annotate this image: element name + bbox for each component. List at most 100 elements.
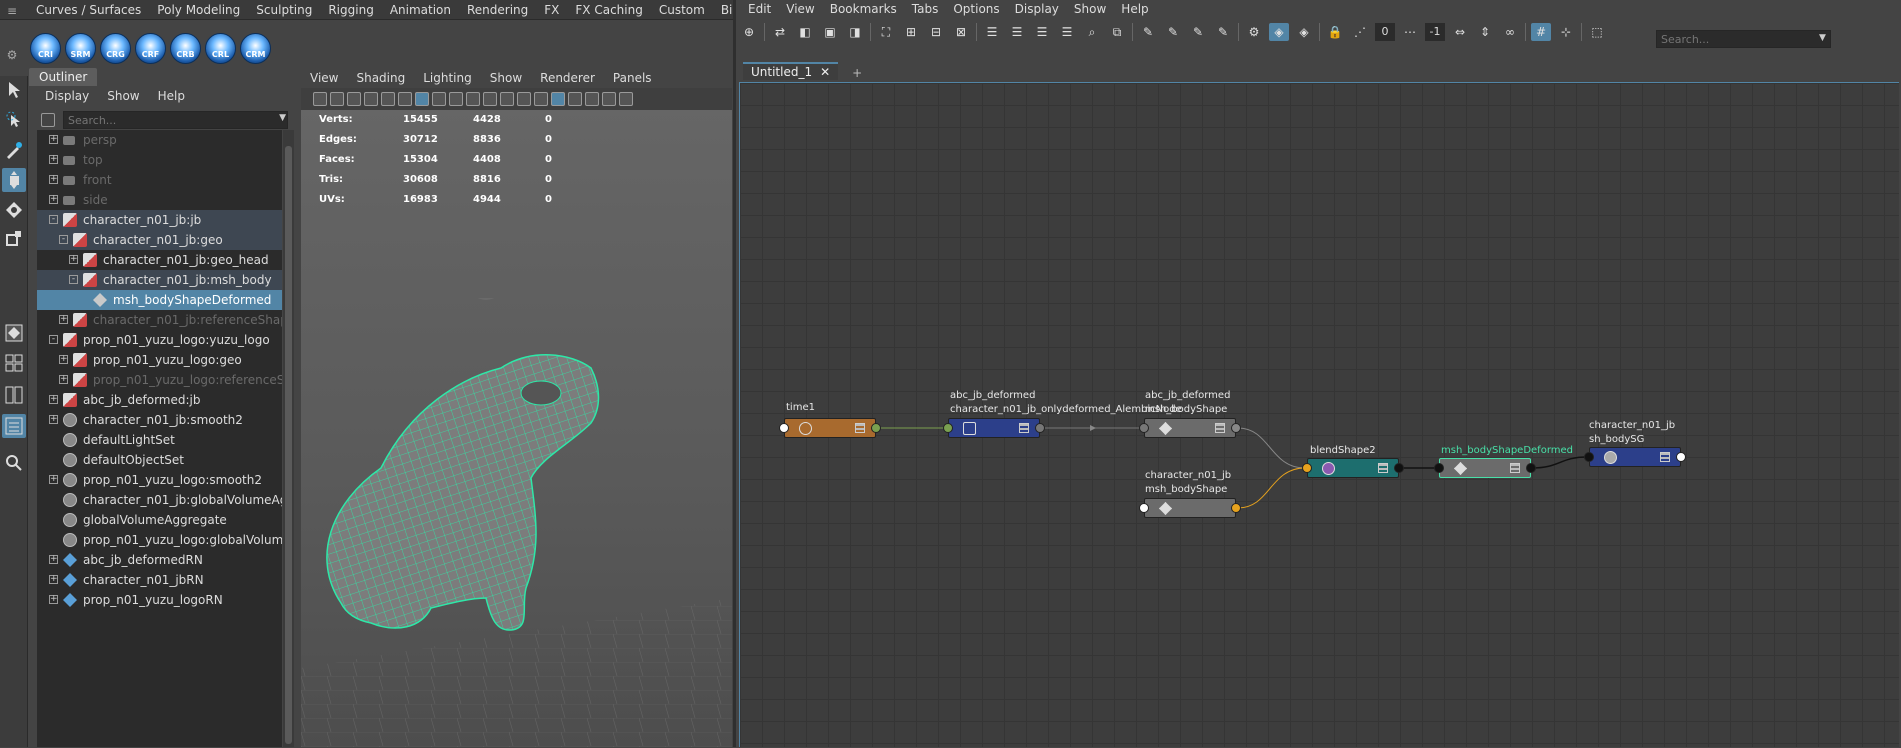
outliner-menu-show[interactable]: Show bbox=[107, 89, 139, 103]
outliner-row[interactable]: character_n01_jb:globalVolumeAggre bbox=[37, 490, 282, 510]
vertical-spacing-icon[interactable]: ⇕ bbox=[1475, 23, 1495, 41]
outliner-row[interactable]: defaultObjectSet bbox=[37, 450, 282, 470]
outliner-menu-help[interactable]: Help bbox=[158, 89, 185, 103]
expand-icon[interactable]: + bbox=[49, 155, 58, 164]
input-port[interactable] bbox=[943, 423, 953, 433]
expand-icon[interactable]: + bbox=[59, 355, 68, 364]
viewport-menu-lighting[interactable]: Lighting bbox=[414, 71, 481, 85]
node-menu-options[interactable]: Options bbox=[947, 2, 1008, 16]
textured-icon[interactable] bbox=[585, 92, 599, 106]
outliner-row[interactable]: + front bbox=[37, 170, 282, 190]
graph-attributes-icon[interactable]: ⚙ bbox=[1244, 23, 1264, 41]
io-connections-icon[interactable]: ▣ bbox=[820, 23, 840, 41]
node-graph-canvas[interactable]: time1 abc_jb_deformed character_n01_jb_o… bbox=[739, 82, 1899, 747]
move-tool-icon[interactable] bbox=[2, 168, 26, 192]
default-material-icon[interactable] bbox=[568, 92, 582, 106]
expand-icon[interactable]: + bbox=[49, 575, 58, 584]
outliner-row[interactable]: defaultLightSet bbox=[37, 430, 282, 450]
grid-snap-icon[interactable]: # bbox=[1531, 23, 1551, 41]
output-port[interactable] bbox=[1231, 423, 1241, 433]
outliner-row[interactable]: + abc_jb_deformed:jb bbox=[37, 390, 282, 410]
outliner-scrollbar[interactable] bbox=[283, 130, 294, 747]
spread-icon[interactable]: ⋯ bbox=[1400, 23, 1420, 41]
expand-icon[interactable]: + bbox=[59, 315, 68, 324]
lights-icon[interactable] bbox=[602, 92, 616, 106]
add-node-icon[interactable]: ⊕ bbox=[739, 23, 759, 41]
clear-graph-icon[interactable]: ⊠ bbox=[951, 23, 971, 41]
input-port[interactable] bbox=[1139, 503, 1149, 513]
outliner-menu-display[interactable]: Display bbox=[45, 89, 89, 103]
two-view-layout-icon[interactable] bbox=[2, 383, 26, 407]
node-menu-icon[interactable] bbox=[1378, 463, 1388, 473]
rotate-tool-icon[interactable] bbox=[2, 198, 26, 222]
shelf-tab-rigging[interactable]: Rigging bbox=[320, 0, 381, 19]
viewport-menu-view[interactable]: View bbox=[301, 71, 347, 85]
node-alembic[interactable] bbox=[943, 418, 1045, 438]
outliner-row[interactable]: + character_n01_jb:referenceShapes bbox=[37, 310, 282, 330]
layout-value-field[interactable]: 0 bbox=[1375, 23, 1395, 41]
remove-selected-icon[interactable]: ⊟ bbox=[926, 23, 946, 41]
output-connections-icon[interactable]: ◨ bbox=[845, 23, 865, 41]
input-port[interactable] bbox=[779, 423, 789, 433]
safe-title-icon[interactable] bbox=[517, 92, 531, 106]
output-port[interactable] bbox=[1035, 423, 1045, 433]
outliner-row[interactable]: - character_n01_jb:msh_body bbox=[37, 270, 282, 290]
input-port[interactable] bbox=[1584, 452, 1594, 462]
input-connections-icon[interactable]: ◧ bbox=[795, 23, 815, 41]
shelf-button-7[interactable]: CRM bbox=[240, 32, 271, 64]
shelf-tab-fx[interactable]: FX bbox=[536, 0, 567, 19]
lasso-tool-icon[interactable] bbox=[2, 108, 26, 132]
search-icon[interactable]: ⌕ bbox=[1082, 23, 1102, 41]
node-menu-icon[interactable] bbox=[1660, 452, 1670, 462]
outliner-row[interactable]: + top bbox=[37, 150, 282, 170]
tab-untitled-1[interactable]: Untitled_1 ✕ bbox=[743, 62, 839, 80]
add-selected-icon[interactable]: ⊞ bbox=[901, 23, 921, 41]
node-menu-icon[interactable] bbox=[1215, 423, 1225, 433]
outliner-row[interactable]: + side bbox=[37, 190, 282, 210]
select-tool-icon[interactable] bbox=[2, 78, 26, 102]
shelf-tab-poly-modeling[interactable]: Poly Modeling bbox=[149, 0, 248, 19]
shelf-tab-fx-caching[interactable]: FX Caching bbox=[567, 0, 650, 19]
node-time1[interactable] bbox=[779, 418, 881, 438]
output-port[interactable] bbox=[1526, 463, 1536, 473]
input-port[interactable] bbox=[1434, 463, 1444, 473]
outliner-row[interactable]: + prop_n01_yuzu_logo:referenceSha bbox=[37, 370, 282, 390]
node-menu-display[interactable]: Display bbox=[1009, 2, 1068, 16]
shelf-tab-animation[interactable]: Animation bbox=[382, 0, 459, 19]
pin-icon[interactable]: ✎ bbox=[1138, 23, 1158, 41]
node-menu-icon[interactable] bbox=[855, 423, 865, 433]
shelf-tab-custom[interactable]: Custom bbox=[651, 0, 713, 19]
frame-all-icon[interactable]: ⛶ bbox=[876, 23, 896, 41]
field-chart-icon[interactable] bbox=[483, 92, 497, 106]
shelf-button-6[interactable]: CRL bbox=[205, 32, 236, 64]
outliner-row[interactable]: + character_n01_jb:geo_head bbox=[37, 250, 282, 270]
node-search-dropdown-icon[interactable]: ▼ bbox=[1819, 33, 1826, 43]
shelf-tab-sculpting[interactable]: Sculpting bbox=[248, 0, 320, 19]
outliner-row[interactable]: prop_n01_yuzu_logo:globalVolumeA bbox=[37, 530, 282, 550]
outliner-row[interactable]: - prop_n01_yuzu_logo:yuzu_logo bbox=[37, 330, 282, 350]
node-abc-bodyshape[interactable] bbox=[1139, 418, 1241, 438]
export-icon[interactable]: ⧉ bbox=[1107, 23, 1127, 41]
outliner-row[interactable]: + character_n01_jb:smooth2 bbox=[37, 410, 282, 430]
two-d-pan-icon[interactable] bbox=[381, 92, 395, 106]
node-msh-bodyshapedeformed[interactable] bbox=[1434, 458, 1536, 478]
viewport-menu-show[interactable]: Show bbox=[481, 71, 531, 85]
shadows-icon[interactable] bbox=[619, 92, 633, 106]
pin-selected-icon[interactable]: ✎ bbox=[1188, 23, 1208, 41]
scale-tool-icon[interactable] bbox=[2, 226, 26, 250]
close-tab-icon[interactable]: ✕ bbox=[820, 65, 830, 79]
outliner-tab[interactable]: Outliner bbox=[29, 68, 98, 86]
input-port[interactable] bbox=[1302, 463, 1312, 473]
node-menu-bookmarks[interactable]: Bookmarks bbox=[824, 2, 906, 16]
horizontal-spacing-icon[interactable]: ⇔ bbox=[1450, 23, 1470, 41]
relayout-icon[interactable]: ∞ bbox=[1500, 23, 1520, 41]
search-tool-icon[interactable] bbox=[2, 451, 26, 475]
paint-select-tool-icon[interactable] bbox=[2, 138, 26, 162]
outliner-row[interactable]: - character_n01_jb:geo bbox=[37, 230, 282, 250]
outliner-row[interactable]: + prop_n01_yuzu_logo:smooth2 bbox=[37, 470, 282, 490]
node-menu-help[interactable]: Help bbox=[1115, 2, 1157, 16]
expand-icon[interactable]: + bbox=[49, 135, 58, 144]
expand-icon[interactable]: + bbox=[49, 555, 58, 564]
shelf-button-2[interactable]: SRM bbox=[65, 32, 96, 64]
swap-icon[interactable]: ⇄ bbox=[770, 23, 790, 41]
